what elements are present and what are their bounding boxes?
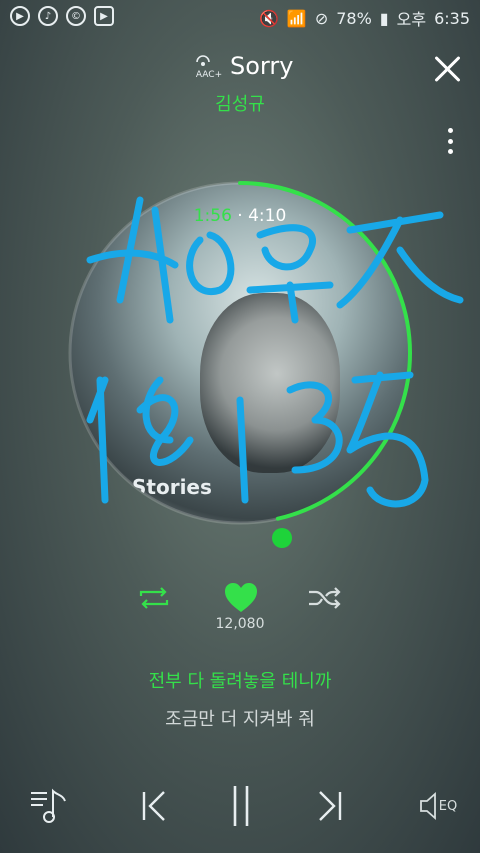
close-button[interactable] <box>432 54 462 84</box>
progress-ring[interactable] <box>66 179 414 527</box>
status-bar: ▶ ♪ © ▶ 🔇 📶 ⊘ 78% ▮ 오후 6:35 <box>0 0 480 34</box>
playlist-button[interactable] <box>26 782 72 830</box>
next-button[interactable] <box>308 782 354 830</box>
eq-label: EQ <box>438 798 458 814</box>
time-display: 1:56 · 4:10 <box>70 206 410 226</box>
more-dot-icon <box>447 128 453 133</box>
current-lyric[interactable]: 전부 다 돌려놓을 테니까 <box>0 667 480 693</box>
action-row <box>0 580 480 620</box>
copyright-notification-icon: © <box>66 6 86 26</box>
speaker-icon <box>419 792 436 820</box>
song-title: Sorry <box>230 52 294 80</box>
do-not-disturb-icon: ⊘ <box>314 8 329 28</box>
playlist-icon <box>31 788 66 823</box>
clock: 6:35 <box>434 8 470 28</box>
more-options-button[interactable] <box>446 128 454 154</box>
previous-button[interactable] <box>130 782 176 830</box>
more-dot-icon <box>447 138 453 144</box>
battery-percent: 78% <box>336 8 372 28</box>
battery-icon: ▮ <box>379 8 389 28</box>
shuffle-icon <box>309 587 341 609</box>
more-dot-icon <box>447 149 453 154</box>
audio-quality-icon <box>196 55 210 66</box>
music-notification-icon: ♪ <box>38 6 58 26</box>
pause-icon <box>233 786 249 826</box>
notification-icons: ▶ ♪ © ▶ <box>10 6 114 26</box>
like-count: 12,080 <box>215 616 265 632</box>
next-lyric[interactable]: 조금만 더 지켜봐 줘 <box>0 705 480 731</box>
playback-controls: EQ <box>0 782 480 832</box>
aac-label: AAC+ <box>195 70 223 80</box>
artist-name[interactable]: 김성규 <box>0 90 480 116</box>
like-button[interactable] <box>222 580 260 616</box>
system-icons: 🔇 📶 ⊘ 78% ▮ 오후 6:35 <box>259 6 470 30</box>
video-notification-icon: ▶ <box>94 6 114 26</box>
total-time: 4:10 <box>248 206 287 226</box>
album-art-area[interactable]: Stories 1:56 · 4:10 <box>68 181 412 525</box>
repeat-icon <box>139 587 169 609</box>
heart-icon <box>225 583 257 612</box>
wifi-icon: 📶 <box>286 8 307 28</box>
next-icon <box>319 791 342 821</box>
equalizer-button[interactable]: EQ <box>412 782 462 830</box>
pause-button[interactable] <box>218 782 264 830</box>
ampm: 오후 <box>396 10 427 29</box>
seek-knob[interactable] <box>272 528 292 548</box>
shuffle-button[interactable] <box>306 580 344 616</box>
current-time: 1:56 <box>193 206 232 226</box>
repeat-button[interactable] <box>136 580 172 616</box>
time-separator: · <box>237 206 243 226</box>
mute-icon: 🔇 <box>258 8 279 28</box>
play-notification-icon: ▶ <box>10 6 30 26</box>
previous-icon <box>142 791 165 821</box>
aac-badge: AAC+ <box>194 54 224 86</box>
